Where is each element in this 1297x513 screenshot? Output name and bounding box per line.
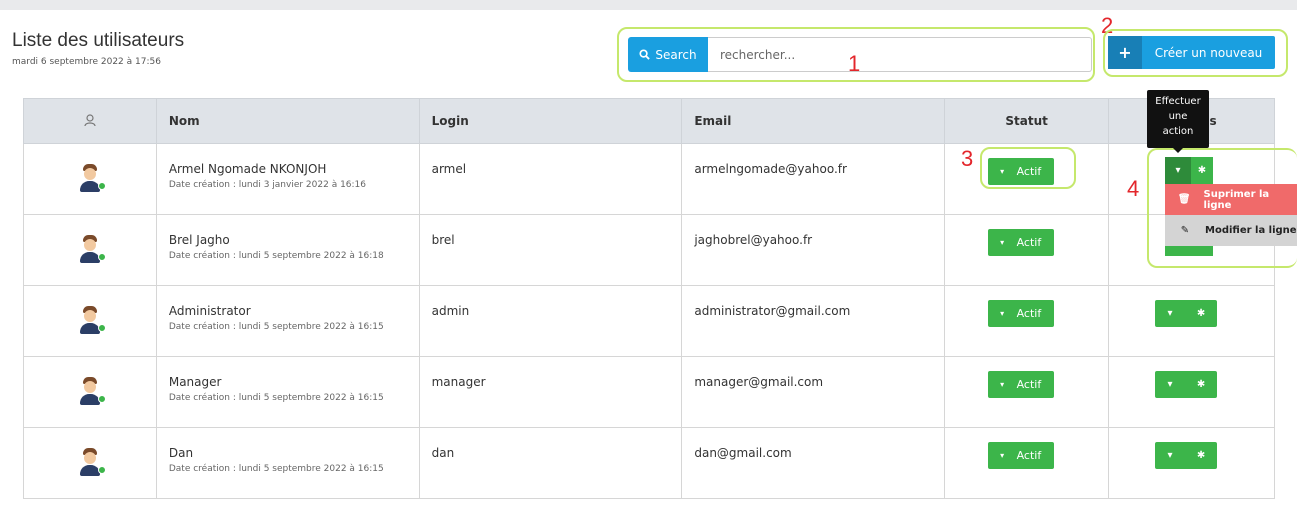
search-button[interactable]: Search xyxy=(628,37,708,72)
user-email: armelngomade@yahoo.fr xyxy=(694,162,847,176)
edit-row-item[interactable]: ✎ Modifier la ligne xyxy=(1165,215,1297,246)
status-dropdown-button[interactable]: ▾ Actif xyxy=(987,300,1054,327)
user-login: dan xyxy=(431,446,455,460)
user-login: brel xyxy=(431,233,455,247)
user-email: administrator@gmail.com xyxy=(694,304,851,318)
header-email[interactable]: Email xyxy=(681,98,946,144)
row-action-button[interactable]: ▾ ✱ xyxy=(1154,442,1217,469)
edit-row-label: Modifier la ligne xyxy=(1205,225,1297,236)
table-row: Armel Ngomade NKONJOH Date création : lun… xyxy=(23,143,1275,215)
row-action-button[interactable]: ▾ ✱ xyxy=(1154,371,1217,398)
caret-down-icon: ▾ xyxy=(1000,309,1005,318)
gear-icon: ✱ xyxy=(1196,450,1206,461)
user-icon xyxy=(84,113,96,126)
user-name: Brel Jagho xyxy=(168,233,230,247)
tooltip-line: action xyxy=(1162,126,1194,137)
users-table: Nom Login Email Statut Actions Armel Ngo… xyxy=(23,98,1275,499)
avatar xyxy=(78,447,106,476)
plus-icon: + xyxy=(1108,36,1142,69)
page-title: Liste des utilisateurs xyxy=(12,30,185,51)
status-label: Actif xyxy=(1016,378,1042,391)
create-new-label: Créer un nouveau xyxy=(1154,45,1263,60)
gear-icon: ✱ xyxy=(1196,308,1206,319)
header-status[interactable]: Statut xyxy=(944,98,1110,144)
tooltip-arrow xyxy=(1173,148,1183,153)
create-new-button[interactable]: + Créer un nouveau xyxy=(1108,36,1275,69)
user-created-date: Date création : lundi 3 janvier 2022 à 1… xyxy=(168,180,367,190)
status-dropdown-button[interactable]: ▾ Actif xyxy=(987,371,1054,398)
header-login[interactable]: Login xyxy=(418,98,683,144)
delete-row-label: Suprimer la ligne xyxy=(1203,188,1270,211)
user-created-date: Date création : lundi 5 septembre 2022 à… xyxy=(168,322,384,332)
action-menu: 🗑 Suprimer la ligne ✎ Modifier la ligne xyxy=(1165,184,1297,246)
user-name: Armel Ngomade NKONJOH xyxy=(168,162,327,176)
user-login: manager xyxy=(431,375,486,389)
table-row: Administrator Date création : lundi 5 sep… xyxy=(23,285,1275,357)
table-row: Dan Date création : lundi 5 septembre 202… xyxy=(23,427,1275,499)
trash-icon: 🗑 xyxy=(1177,194,1191,205)
row-action-button[interactable]: ▾ ✱ xyxy=(1154,300,1217,327)
caret-down-icon: ▾ xyxy=(1167,379,1173,390)
status-dropdown-button[interactable]: ▾ Actif xyxy=(987,229,1054,256)
page-subtitle: mardi 6 septembre 2022 à 17:56 xyxy=(12,57,161,67)
search-input[interactable] xyxy=(708,37,1092,72)
tooltip-line: une xyxy=(1168,111,1188,122)
annotation-1: 1 xyxy=(848,51,861,76)
online-dot xyxy=(97,181,106,190)
pencil-icon: ✎ xyxy=(1180,225,1190,236)
caret-down-icon: ▾ xyxy=(1000,380,1005,389)
caret-down-icon: ▾ xyxy=(1167,308,1173,319)
user-created-date: Date création : lundi 5 septembre 2022 à… xyxy=(168,393,384,403)
user-email: manager@gmail.com xyxy=(694,375,824,389)
caret-down-icon: ▾ xyxy=(1000,238,1005,247)
header-name[interactable]: Nom xyxy=(155,98,420,144)
search-button-label: Search xyxy=(655,47,697,62)
user-name: Administrator xyxy=(168,304,251,318)
avatar xyxy=(78,234,106,263)
user-name: Dan xyxy=(168,446,194,460)
highlight-status xyxy=(980,147,1076,189)
top-bar xyxy=(0,0,1297,10)
tooltip-line: Effectuer xyxy=(1155,96,1201,107)
table-row: Brel Jagho Date création : lundi 5 septem… xyxy=(23,214,1275,286)
online-dot xyxy=(97,465,106,474)
avatar xyxy=(78,163,106,192)
table-row: Manager Date création : lundi 5 septembre… xyxy=(23,356,1275,428)
avatar xyxy=(78,305,106,334)
online-dot xyxy=(97,252,106,261)
caret-down-icon: ▾ xyxy=(1000,451,1005,460)
table-header-row: Nom Login Email Statut Actions xyxy=(23,98,1275,144)
status-label: Actif xyxy=(1016,236,1042,249)
status-label: Actif xyxy=(1016,449,1042,462)
caret-down-icon: ▾ xyxy=(1167,450,1173,461)
user-login: armel xyxy=(431,162,467,176)
user-name: Manager xyxy=(168,375,222,389)
user-email: dan@gmail.com xyxy=(694,446,792,460)
online-dot xyxy=(97,394,106,403)
avatar xyxy=(78,376,106,405)
user-email: jaghobrel@yahoo.fr xyxy=(694,233,813,247)
status-label: Actif xyxy=(1016,307,1042,320)
online-dot xyxy=(97,323,106,332)
status-dropdown-button[interactable]: ▾ Actif xyxy=(987,442,1054,469)
user-login: admin xyxy=(431,304,470,318)
header-avatar xyxy=(23,98,157,144)
search-icon xyxy=(639,49,651,60)
user-created-date: Date création : lundi 5 septembre 2022 à… xyxy=(168,464,384,474)
action-tooltip: Effectuer une action xyxy=(1147,90,1209,148)
user-created-date: Date création : lundi 5 septembre 2022 à… xyxy=(168,251,384,261)
delete-row-item[interactable]: 🗑 Suprimer la ligne xyxy=(1165,184,1297,215)
gear-icon: ✱ xyxy=(1196,379,1206,390)
